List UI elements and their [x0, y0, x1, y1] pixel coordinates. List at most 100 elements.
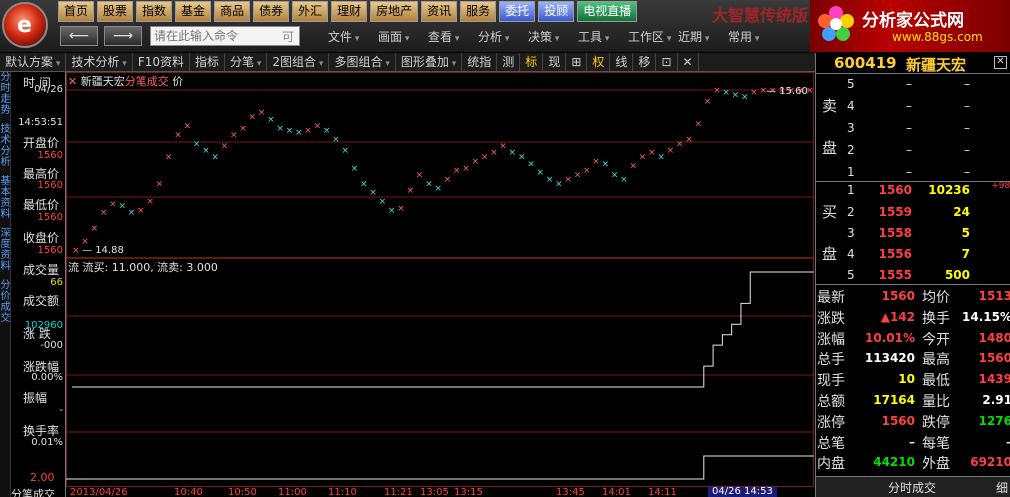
- chart-type-label: 分笔成交: [124, 75, 169, 88]
- vertical-tab[interactable]: 分时走势: [0, 72, 11, 116]
- tab-tick-trades[interactable]: 分时成交: [888, 479, 936, 496]
- toolbar-item[interactable]: 统指: [462, 53, 498, 71]
- data-value: 14:53:51: [18, 117, 63, 128]
- menu-item[interactable]: 常用: [728, 28, 778, 45]
- toolbar-item[interactable]: 分笔: [225, 53, 268, 71]
- back-arrow-icon: ⟵: [68, 28, 90, 44]
- menu-item[interactable]: 分析: [478, 28, 528, 45]
- top-menu-item[interactable]: 股票: [97, 1, 134, 22]
- chart-close-icon[interactable]: ✕: [68, 75, 77, 88]
- top-menu-item[interactable]: 指数: [136, 1, 173, 22]
- bottom-left-label[interactable]: 分笔成交: [11, 486, 55, 497]
- price-point: ×: [527, 159, 535, 169]
- badge: 分析家公式网 www.88gs.com: [810, 0, 1010, 52]
- toolbar-item[interactable]: 移: [633, 53, 657, 71]
- price-point: ×: [276, 124, 284, 134]
- top-menu-item[interactable]: 资讯: [421, 1, 458, 22]
- sell-price: –: [906, 143, 912, 157]
- time-tick: 2013/04/26: [70, 487, 128, 497]
- data-value: 04/26: [34, 84, 63, 95]
- toolbar-item[interactable]: 标: [520, 53, 544, 71]
- tick-chart[interactable]: ××××× ×× ××××××××××××× ××× × × × × ×××××××× ×××× ×…: [66, 72, 814, 487]
- price-point: ×: [100, 208, 108, 218]
- toolbar-item[interactable]: ⊡: [656, 53, 678, 71]
- menu-item[interactable]: 文件: [328, 28, 378, 45]
- vertical-tab[interactable]: 技术分析: [0, 124, 11, 168]
- stat-label: 现手: [817, 373, 845, 389]
- toolbar-item[interactable]: 现: [543, 53, 567, 71]
- toolbar-item[interactable]: 权: [587, 53, 611, 71]
- badge-url[interactable]: www.88gs.com: [892, 30, 983, 44]
- top-menu-item[interactable]: 债券: [253, 1, 290, 22]
- price-point: ×: [564, 175, 572, 185]
- top-menu-item[interactable]: 房地产: [370, 1, 419, 22]
- menu-item[interactable]: 查看: [428, 28, 478, 45]
- command-input[interactable]: [150, 26, 300, 46]
- toolbar-item[interactable]: F10资料: [133, 53, 190, 71]
- menu-item[interactable]: 工具: [578, 28, 628, 45]
- menu-item[interactable]: 工作区: [628, 28, 678, 45]
- top-menu-item[interactable]: 服务: [460, 1, 497, 22]
- top-menu-item[interactable]: 投顾: [538, 1, 575, 22]
- time-tick: 11:00: [278, 487, 307, 497]
- stat-value: 1439: [978, 372, 1010, 386]
- stock-code[interactable]: 600419: [834, 54, 897, 72]
- menu-item[interactable]: 近期: [678, 28, 728, 45]
- toolbar-item[interactable]: 2图组合: [267, 53, 330, 71]
- back-button[interactable]: ⟵: [60, 26, 98, 46]
- sell-volume: –: [964, 143, 970, 157]
- toolbar-item[interactable]: ✕: [678, 53, 699, 71]
- toolbar-item[interactable]: 技术分析: [66, 53, 133, 71]
- top-menu-item[interactable]: 基金: [175, 1, 212, 22]
- toolbar-item[interactable]: 图形叠加: [396, 53, 463, 71]
- price-point: ×: [722, 88, 730, 98]
- price-point: ×: [676, 139, 684, 149]
- forward-button[interactable]: ⟶: [104, 26, 142, 46]
- menu-item[interactable]: 画面: [378, 28, 428, 45]
- stat-value: 1480: [978, 331, 1010, 345]
- time-axis: 2013/04/26 10:40 10:50 11:00 11:10 11:21 13:05…: [66, 487, 814, 497]
- price-point: ×: [341, 146, 349, 156]
- stat-value: 1276: [978, 414, 1010, 428]
- data-label: 成交额: [23, 294, 60, 308]
- top-menu-item[interactable]: 外汇: [292, 1, 329, 22]
- sell-level: 5: [847, 77, 855, 91]
- price-point: ×: [351, 164, 359, 174]
- price-point: ×: [156, 179, 164, 189]
- command-suffix: 可: [282, 30, 295, 44]
- top-bar: e 首页 股票 指数 基金 商品 债券 外汇 理财 房地产 资讯 服务 委托 投顾 电视直播 大智慧传统版…: [0, 0, 1010, 52]
- sell-price: –: [906, 99, 912, 113]
- price-point: ×: [434, 184, 442, 194]
- buy-volume: 500: [944, 268, 970, 282]
- stat-value: 1560: [881, 414, 915, 428]
- toolbar-item[interactable]: 默认方案: [0, 53, 67, 71]
- app-logo[interactable]: e: [2, 2, 48, 48]
- close-icon[interactable]: ✕: [994, 56, 1007, 69]
- menu-item[interactable]: 决策: [528, 28, 578, 45]
- buy-volume: 5: [961, 226, 970, 240]
- vertical-tab[interactable]: 基本资料: [0, 176, 11, 220]
- vertical-tab[interactable]: 深度资料: [0, 228, 11, 272]
- toolbar-item[interactable]: ⊞: [566, 53, 588, 71]
- top-menu-item[interactable]: 商品: [214, 1, 251, 22]
- top-menu-item[interactable]: 理财: [331, 1, 368, 22]
- data-value: -: [59, 405, 63, 416]
- stat-label: 总额: [817, 394, 845, 410]
- price-point: ×: [109, 199, 117, 209]
- toolbar-item[interactable]: 测: [497, 53, 521, 71]
- price-point: ×: [332, 135, 340, 145]
- toolbar-item[interactable]: 多图组合: [329, 53, 396, 71]
- toolbar-item[interactable]: 线: [610, 53, 634, 71]
- buy-volume: 10236: [928, 183, 970, 197]
- price-point: ×: [444, 175, 452, 185]
- data-value: 66: [50, 277, 63, 288]
- top-menu-item[interactable]: 委托: [499, 1, 536, 22]
- price-point: ×: [472, 157, 480, 167]
- vertical-tab[interactable]: 分价成交: [0, 280, 11, 324]
- stat-label: 涨幅: [817, 332, 845, 348]
- toolbar-item[interactable]: 指标: [190, 53, 226, 71]
- tab-detail[interactable]: 细: [996, 479, 1008, 496]
- top-menu-item[interactable]: 首页: [58, 1, 95, 22]
- top-menu-item[interactable]: 电视直播: [577, 1, 638, 22]
- stat-value: 17164: [873, 393, 915, 407]
